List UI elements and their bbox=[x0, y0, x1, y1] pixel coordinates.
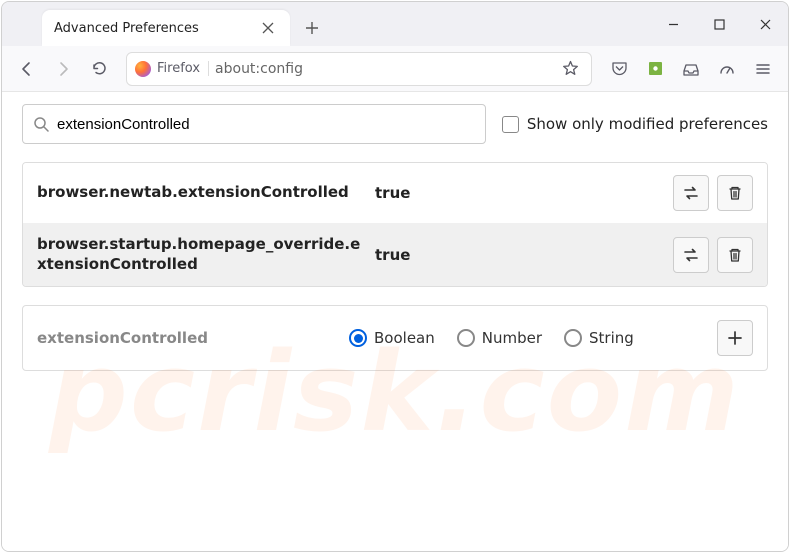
new-tab-button[interactable] bbox=[294, 10, 330, 46]
url-bar[interactable]: Firefox about:config bbox=[126, 52, 592, 86]
new-pref-name: extensionControlled bbox=[37, 329, 337, 347]
pocket-button[interactable] bbox=[602, 52, 636, 86]
pref-row: browser.startup.homepage_override.extens… bbox=[23, 223, 767, 286]
search-box[interactable] bbox=[22, 104, 486, 144]
pref-value: true bbox=[375, 246, 665, 264]
minimize-button[interactable] bbox=[650, 2, 696, 46]
radio-icon bbox=[564, 329, 582, 347]
search-input[interactable] bbox=[57, 116, 475, 133]
show-modified-checkbox[interactable]: Show only modified preferences bbox=[502, 115, 768, 133]
close-window-button[interactable] bbox=[742, 2, 788, 46]
menu-button[interactable] bbox=[746, 52, 780, 86]
delete-button[interactable] bbox=[717, 237, 753, 273]
toggle-button[interactable] bbox=[673, 237, 709, 273]
titlebar: Advanced Preferences bbox=[2, 2, 788, 46]
identity-label: Firefox bbox=[157, 61, 209, 76]
pref-value: true bbox=[375, 184, 665, 202]
back-button[interactable] bbox=[10, 52, 44, 86]
radio-label: String bbox=[589, 329, 634, 347]
url-text: about:config bbox=[215, 61, 303, 77]
tab-title: Advanced Preferences bbox=[54, 21, 258, 36]
radio-boolean[interactable]: Boolean bbox=[349, 329, 435, 347]
firefox-logo-icon bbox=[135, 61, 151, 77]
inbox-button[interactable] bbox=[674, 52, 708, 86]
radio-icon bbox=[457, 329, 475, 347]
toggle-button[interactable] bbox=[673, 175, 709, 211]
radio-string[interactable]: String bbox=[564, 329, 634, 347]
type-radio-group: Boolean Number String bbox=[349, 329, 705, 347]
radio-label: Number bbox=[482, 329, 542, 347]
identity-box[interactable]: Firefox bbox=[135, 61, 209, 77]
browser-tab[interactable]: Advanced Preferences bbox=[42, 10, 290, 46]
radio-label: Boolean bbox=[374, 329, 435, 347]
show-modified-label: Show only modified preferences bbox=[527, 115, 768, 133]
pref-row: browser.newtab.extensionControlled true bbox=[23, 163, 767, 223]
maximize-button[interactable] bbox=[696, 2, 742, 46]
window-controls bbox=[650, 2, 788, 46]
browser-window: Advanced Preferences Firefox bbox=[1, 1, 789, 552]
add-button[interactable] bbox=[717, 320, 753, 356]
search-row: Show only modified preferences bbox=[22, 104, 768, 144]
radio-number[interactable]: Number bbox=[457, 329, 542, 347]
extension-button[interactable] bbox=[638, 52, 672, 86]
nav-toolbar: Firefox about:config bbox=[2, 46, 788, 92]
new-pref-row: extensionControlled Boolean Number Strin… bbox=[22, 305, 768, 371]
checkbox-icon bbox=[502, 116, 519, 133]
pref-name: browser.newtab.extensionControlled bbox=[37, 183, 367, 203]
forward-button[interactable] bbox=[46, 52, 80, 86]
search-icon bbox=[33, 116, 49, 132]
radio-icon bbox=[349, 329, 367, 347]
reload-button[interactable] bbox=[82, 52, 116, 86]
profiler-button[interactable] bbox=[710, 52, 744, 86]
close-tab-icon[interactable] bbox=[258, 18, 278, 38]
page-content: pcrisk.com Show only modified preference… bbox=[2, 92, 788, 551]
pref-name: browser.startup.homepage_override.extens… bbox=[37, 235, 367, 274]
delete-button[interactable] bbox=[717, 175, 753, 211]
prefs-table: browser.newtab.extensionControlled true … bbox=[22, 162, 768, 287]
bookmark-star-icon[interactable] bbox=[557, 56, 583, 82]
